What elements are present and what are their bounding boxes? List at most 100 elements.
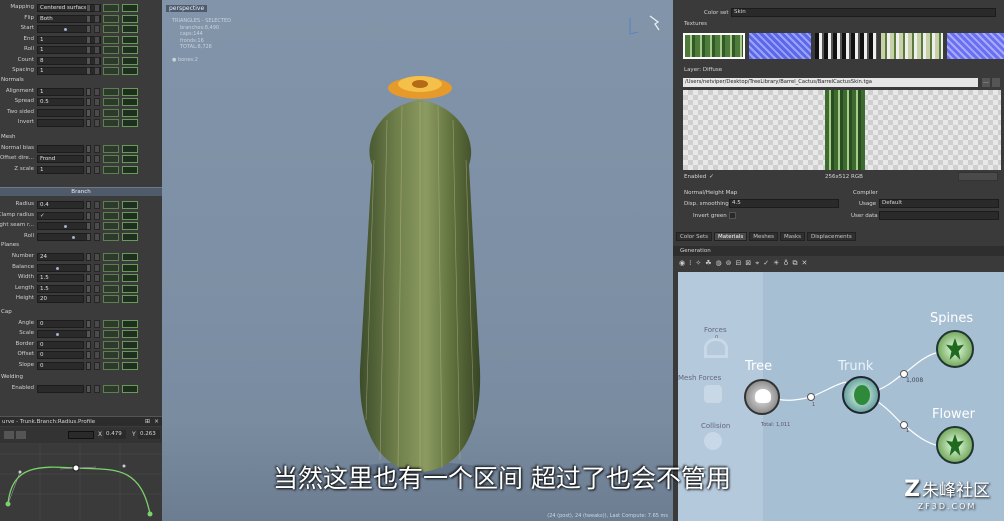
3d-viewport[interactable]: perspective TRIANGLES - SELECTED branches…: [162, 0, 673, 521]
usage-dropdown[interactable]: Default: [879, 199, 999, 208]
curve-slot[interactable]: [122, 56, 138, 65]
property-field[interactable]: 1.5: [37, 274, 84, 282]
variance-slot[interactable]: [103, 330, 119, 338]
spin-arrows-icon[interactable]: [86, 67, 91, 75]
cactus-model[interactable]: [332, 70, 507, 480]
remove-button[interactable]: [992, 78, 1000, 87]
spin-arrows-icon[interactable]: [86, 385, 91, 393]
enabled-checkbox[interactable]: ✓: [709, 173, 714, 180]
close-icon[interactable]: ×: [154, 418, 159, 425]
spin-arrows-icon[interactable]: [86, 361, 91, 370]
curve-slot[interactable]: [122, 330, 138, 338]
curve-slot[interactable]: [122, 319, 138, 328]
property-field[interactable]: ✓: [37, 211, 84, 220]
lock-icon[interactable]: [94, 263, 100, 272]
slider-handle[interactable]: [64, 28, 67, 31]
property-field[interactable]: 1: [37, 46, 101, 54]
spin-arrows-icon[interactable]: [86, 263, 91, 272]
section-header[interactable]: Planes: [0, 242, 162, 251]
variance-slot[interactable]: [103, 25, 119, 33]
spin-arrows-icon[interactable]: [86, 98, 91, 106]
variance-slot[interactable]: [103, 35, 119, 44]
spin-arrows-icon[interactable]: [86, 253, 91, 261]
lock-icon[interactable]: [94, 35, 100, 44]
section-header[interactable]: Cap: [0, 309, 162, 318]
color-set-dropdown[interactable]: Skin: [731, 8, 996, 17]
texture-thumb-spine[interactable]: [881, 33, 943, 59]
property-field[interactable]: 0: [37, 361, 84, 370]
user-data-field[interactable]: [879, 211, 999, 220]
property-slider[interactable]: [37, 263, 90, 272]
variance-slot[interactable]: [103, 46, 119, 54]
variance-slot[interactable]: [103, 319, 119, 328]
lock-icon[interactable]: [94, 253, 100, 261]
mesh-node-icon[interactable]: ⌖: [755, 259, 759, 268]
variance-slot[interactable]: [103, 119, 119, 127]
grid-icon[interactable]: ⁞: [689, 259, 691, 268]
property-field[interactable]: Frond: [37, 155, 84, 163]
variance-slot[interactable]: [103, 87, 119, 96]
variance-slot[interactable]: [103, 385, 119, 393]
lock-icon[interactable]: [94, 211, 100, 220]
curve-tool-icon[interactable]: [4, 431, 14, 439]
texture-thumb-skin[interactable]: [683, 33, 745, 59]
curve-slot[interactable]: [122, 67, 138, 75]
curve-slot[interactable]: [122, 385, 138, 393]
property-field[interactable]: 24: [37, 253, 84, 261]
add-node-icon[interactable]: ◉: [679, 259, 685, 268]
lock-icon[interactable]: [94, 155, 100, 163]
spin-arrows-icon[interactable]: [86, 222, 91, 230]
curve-slot[interactable]: [122, 14, 138, 23]
property-field[interactable]: 1.5: [37, 284, 84, 293]
curve-point[interactable]: [5, 501, 11, 507]
variance-slot[interactable]: [103, 14, 119, 23]
pin-icon[interactable]: ⊞: [145, 418, 150, 425]
slider-handle[interactable]: [64, 225, 67, 228]
variance-slot[interactable]: [103, 340, 119, 349]
variance-slot[interactable]: [103, 165, 119, 174]
property-slider[interactable]: [37, 222, 90, 230]
spin-arrows-icon[interactable]: [86, 330, 91, 338]
spin-arrows-icon[interactable]: [86, 144, 91, 153]
lock-icon[interactable]: [94, 222, 100, 230]
spin-arrows-icon[interactable]: [86, 14, 91, 23]
curve-slot[interactable]: [122, 119, 138, 127]
variance-slot[interactable]: [103, 108, 119, 117]
section-header[interactable]: Normals: [0, 77, 162, 86]
lock-icon[interactable]: [94, 67, 100, 75]
texture-button[interactable]: [958, 172, 998, 181]
property-field[interactable]: [37, 385, 84, 393]
tab-color-sets[interactable]: Color Sets: [676, 232, 713, 241]
property-field[interactable]: Centered surface: [37, 4, 101, 12]
light-icon[interactable]: ☀: [773, 259, 779, 268]
texture-thumb-normal[interactable]: [749, 33, 811, 59]
delete-icon[interactable]: ✕: [801, 259, 807, 268]
spin-arrows-icon[interactable]: [86, 319, 91, 328]
lock-icon[interactable]: [94, 361, 100, 370]
variance-slot[interactable]: [103, 4, 119, 12]
property-field[interactable]: 0: [37, 340, 84, 349]
lock-icon[interactable]: [94, 165, 100, 174]
spin-arrows-icon[interactable]: [86, 201, 91, 209]
disp-smoothing-field[interactable]: 4.5: [729, 199, 839, 208]
view-gizmo-icon[interactable]: [612, 10, 667, 40]
spin-arrows-icon[interactable]: [86, 119, 91, 127]
property-field[interactable]: [37, 108, 84, 117]
collision-icon[interactable]: [704, 432, 722, 450]
section-header[interactable]: Welding: [0, 374, 162, 383]
texture-thumb-mask[interactable]: [815, 33, 877, 59]
zone-icon[interactable]: ⊠: [745, 259, 751, 268]
mesh-forces-icon[interactable]: [704, 385, 722, 403]
variance-slot[interactable]: [103, 144, 119, 153]
property-field[interactable]: 0.5: [37, 98, 84, 106]
tab-masks[interactable]: Masks: [779, 232, 806, 241]
spin-arrows-icon[interactable]: [86, 4, 91, 12]
lock-icon[interactable]: [94, 108, 100, 117]
spin-arrows-icon[interactable]: [86, 284, 91, 293]
lock-icon[interactable]: [94, 14, 100, 23]
variance-slot[interactable]: [103, 201, 119, 209]
lock-icon[interactable]: [94, 46, 100, 54]
section-header[interactable]: Mesh: [0, 134, 162, 143]
curve-point[interactable]: [147, 511, 153, 517]
variance-slot[interactable]: [103, 253, 119, 261]
